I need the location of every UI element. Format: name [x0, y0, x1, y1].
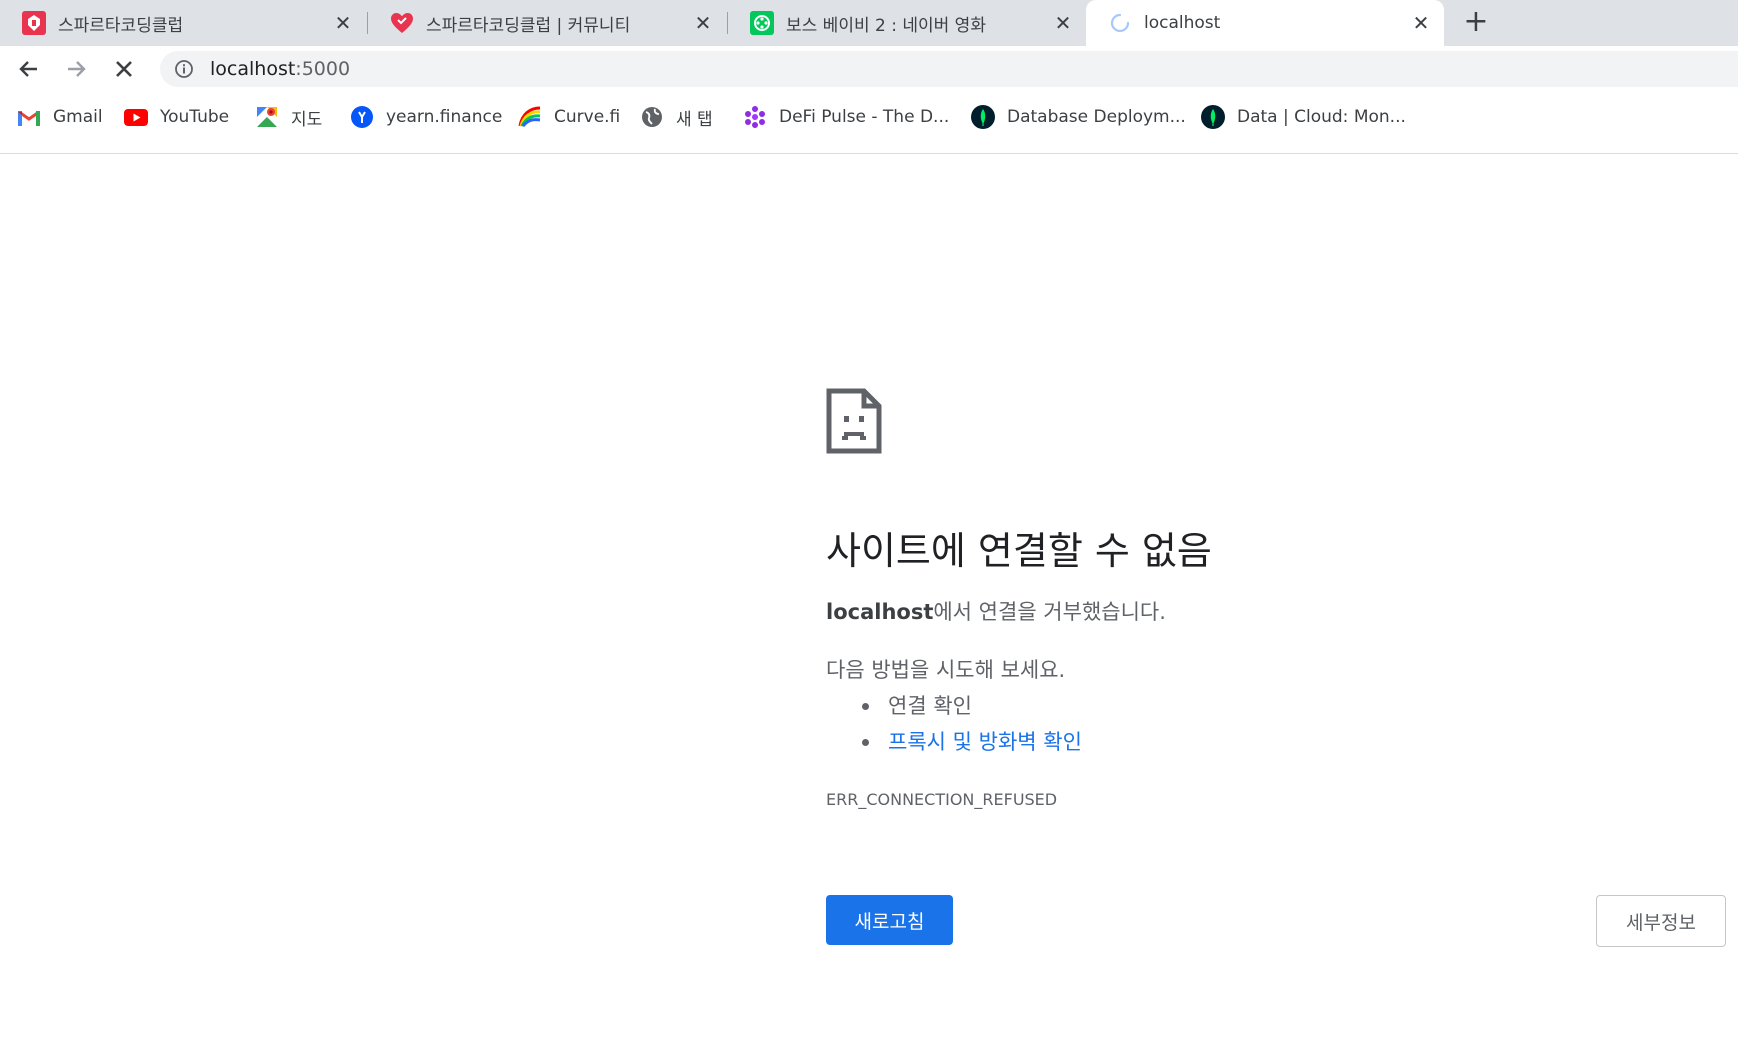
address-bar[interactable]: localhost:5000	[160, 51, 1738, 87]
close-tab-icon[interactable]: ✕	[332, 12, 354, 34]
url-text: localhost:5000	[210, 58, 350, 80]
curve-icon	[518, 105, 542, 129]
naver-movie-icon	[750, 11, 774, 35]
close-icon	[116, 61, 132, 77]
tab-strip: 스파르타코딩클럽 ✕ 스파르타코딩클럽 | 커뮤니티 ✕ 보스 베이비 2 : …	[0, 0, 1738, 46]
sad-page-icon	[826, 388, 882, 454]
error-message-suffix: 에서 연결을 거부했습니다.	[933, 600, 1166, 624]
maps-icon	[255, 105, 279, 129]
reload-button[interactable]: 새로고침	[826, 895, 953, 945]
back-button[interactable]	[11, 51, 47, 87]
gmail-icon	[17, 105, 41, 129]
toolbar: localhost:5000	[0, 46, 1738, 92]
error-host: localhost	[826, 600, 934, 624]
close-tab-icon[interactable]: ✕	[692, 12, 714, 34]
bookmark-label: Gmail	[53, 107, 103, 127]
error-page: 사이트에 연결할 수 없음 localhost에서 연결을 거부했습니다. 다음…	[0, 155, 1738, 1063]
sparta-helmet-icon	[22, 11, 46, 35]
bookmark-youtube[interactable]: YouTube	[124, 104, 229, 130]
bookmark-curve[interactable]: Curve.fi	[518, 104, 620, 130]
yearn-icon	[350, 105, 374, 129]
loading-spinner-icon	[1108, 11, 1132, 35]
bookmark-new-tab[interactable]: 새 탭	[640, 104, 713, 130]
tab-title: 스파르타코딩클럽 | 커뮤니티	[426, 15, 631, 36]
tab-localhost[interactable]: localhost ✕	[1086, 0, 1444, 46]
globe-icon	[640, 105, 664, 129]
heart-chat-icon	[390, 11, 414, 35]
tab-title: 보스 베이비 2 : 네이버 영화	[786, 15, 986, 36]
forward-button[interactable]	[58, 51, 94, 87]
bookmark-data-cloud[interactable]: Data | Cloud: Mon...	[1201, 104, 1406, 130]
suggestion-check-connection: 연결 확인	[862, 688, 1082, 724]
close-tab-icon[interactable]: ✕	[1052, 12, 1074, 34]
arrow-right-icon	[68, 61, 86, 77]
youtube-icon	[124, 105, 148, 129]
tab-sparta-community[interactable]: 스파르타코딩클럽 | 커뮤니티 ✕	[368, 0, 726, 46]
error-message: localhost에서 연결을 거부했습니다.	[826, 596, 1166, 626]
bookmark-label: Database Deploym...	[1007, 107, 1186, 127]
url-host: localhost	[210, 58, 296, 80]
error-code: ERR_CONNECTION_REFUSED	[826, 790, 1058, 809]
bookmark-label: yearn.finance	[386, 107, 503, 127]
details-button[interactable]: 세부정보	[1596, 895, 1726, 947]
info-icon	[175, 60, 193, 78]
arrow-left-icon	[19, 61, 37, 77]
bookmark-gmail[interactable]: Gmail	[17, 104, 103, 130]
bookmark-label: 새 탭	[676, 109, 713, 130]
close-tab-icon[interactable]: ✕	[1410, 12, 1432, 34]
bookmark-yearn[interactable]: yearn.finance	[350, 104, 502, 130]
suggestion-check-proxy-firewall-link[interactable]: 프록시 및 방화벽 확인	[862, 724, 1082, 760]
tab-title: 스파르타코딩클럽	[58, 15, 184, 36]
bookmark-maps[interactable]: 지도	[255, 104, 322, 130]
bookmarks-bar: Gmail YouTube 지도 yearn.finance Curve.fi …	[0, 92, 1738, 154]
defi-pulse-icon	[743, 105, 767, 129]
stop-loading-button[interactable]	[106, 51, 142, 87]
bookmark-defi-pulse[interactable]: DeFi Pulse - The D...	[743, 104, 949, 130]
tab-sparta[interactable]: 스파르타코딩클럽 ✕	[0, 0, 366, 46]
error-title: 사이트에 연결할 수 없음	[826, 529, 1212, 573]
suggestions-list: 연결 확인 프록시 및 방화벽 확인	[862, 688, 1082, 760]
tab-naver-movie[interactable]: 보스 베이비 2 : 네이버 영화 ✕	[728, 0, 1086, 46]
bookmark-label: DeFi Pulse - The D...	[779, 107, 950, 127]
bookmark-label: Data | Cloud: Mon...	[1237, 107, 1406, 127]
tab-title: localhost	[1144, 13, 1221, 33]
new-tab-button[interactable]: +	[1462, 7, 1490, 37]
suggestions-heading: 다음 방법을 시도해 보세요.	[826, 658, 1066, 682]
bookmark-label: 지도	[291, 109, 323, 130]
bookmark-label: YouTube	[160, 107, 230, 127]
mongodb-leaf-icon	[971, 105, 995, 129]
bookmark-database-deployment[interactable]: Database Deploym...	[971, 104, 1186, 130]
url-port: :5000	[295, 58, 351, 80]
mongodb-leaf-icon	[1201, 105, 1225, 129]
bookmark-label: Curve.fi	[554, 107, 621, 127]
